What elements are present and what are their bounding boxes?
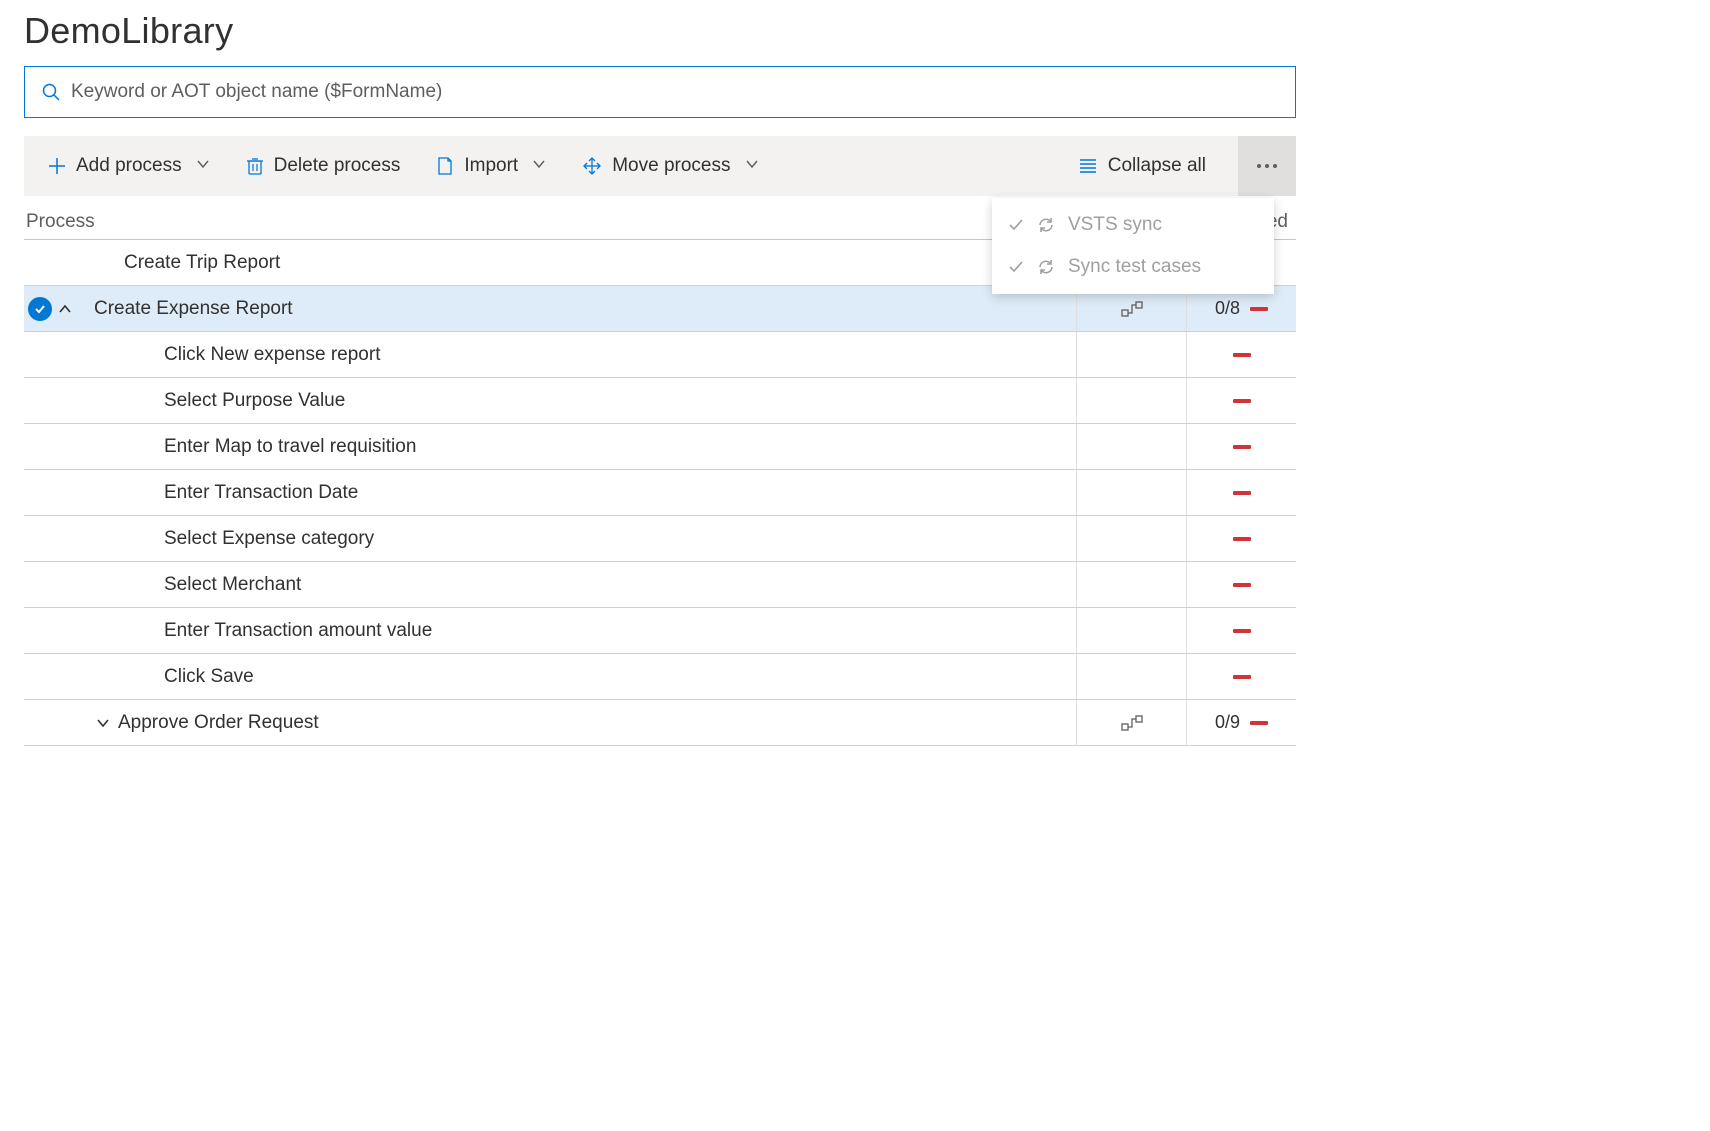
import-icon [436,156,454,176]
row-count: 0/8 [1215,298,1240,319]
check-icon [1008,259,1024,275]
collapse-all-label: Collapse all [1108,155,1206,177]
row-name: Create Trip Report [90,252,1076,274]
vsts-sync-item[interactable]: VSTS sync [992,204,1274,246]
more-dropdown: VSTS sync Sync test cases [992,198,1274,294]
flow-icon[interactable] [1121,714,1143,732]
chevron-down-icon [745,155,759,177]
table-row[interactable]: Select Expense category [24,516,1296,562]
selected-check-icon[interactable] [28,297,52,321]
delete-process-button[interactable]: Delete process [242,149,405,183]
row-name: Select Expense category [90,528,1076,550]
import-button[interactable]: Import [432,149,550,183]
search-input[interactable] [71,81,1279,103]
move-icon [582,156,602,176]
status-minus-icon [1233,675,1251,679]
chevron-down-icon [532,155,546,177]
row-name: Click New expense report [90,344,1076,366]
check-icon [1008,217,1024,233]
ellipsis-icon [1256,163,1278,169]
row-name: Click Save [90,666,1076,688]
search-icon [41,82,61,102]
table-row[interactable]: Enter Transaction amount value [24,608,1296,654]
status-minus-icon [1233,583,1251,587]
plus-icon [48,157,66,175]
status-minus-icon [1250,721,1268,725]
more-button[interactable] [1238,136,1296,196]
chevron-down-icon[interactable] [96,716,110,730]
sync-test-cases-item[interactable]: Sync test cases [992,246,1274,288]
status-minus-icon [1233,353,1251,357]
table-row[interactable]: Enter Map to travel requisition [24,424,1296,470]
delete-process-label: Delete process [274,155,401,177]
status-minus-icon [1233,399,1251,403]
list-icon [1078,157,1098,175]
page-title: DemoLibrary [24,10,1296,52]
row-name: Enter Transaction amount value [90,620,1076,642]
table-row[interactable]: Click New expense report [24,332,1296,378]
trash-icon [246,156,264,176]
toolbar: Add process Delete process Import [24,136,1296,196]
row-name: Enter Transaction Date [90,482,1076,504]
sync-test-cases-label: Sync test cases [1068,256,1201,278]
import-label: Import [464,155,518,177]
table-row[interactable]: Approve Order Request 0/9 [24,700,1296,746]
collapse-all-button[interactable]: Collapse all [1074,149,1210,183]
sync-icon [1036,215,1056,235]
chevron-up-icon[interactable] [58,302,72,316]
row-name: Select Merchant [90,574,1076,596]
status-minus-icon [1233,491,1251,495]
status-minus-icon [1233,629,1251,633]
table-row[interactable]: Click Save [24,654,1296,700]
row-name: Create Expense Report [90,298,1076,320]
row-count: 0/9 [1215,712,1240,733]
vsts-sync-label: VSTS sync [1068,214,1162,236]
row-name: Select Purpose Value [90,390,1076,412]
add-process-label: Add process [76,155,182,177]
add-process-button[interactable]: Add process [44,149,214,183]
move-process-button[interactable]: Move process [578,149,762,183]
row-name: Approve Order Request [118,712,319,734]
chevron-down-icon [196,155,210,177]
table-row[interactable]: Enter Transaction Date [24,470,1296,516]
row-name: Enter Map to travel requisition [90,436,1076,458]
table-row[interactable]: Select Purpose Value [24,378,1296,424]
flow-icon[interactable] [1121,300,1143,318]
sync-icon [1036,257,1056,277]
status-minus-icon [1233,445,1251,449]
search-box[interactable] [24,66,1296,118]
status-minus-icon [1250,307,1268,311]
status-minus-icon [1233,537,1251,541]
table-row[interactable]: Select Merchant [24,562,1296,608]
move-process-label: Move process [612,155,730,177]
